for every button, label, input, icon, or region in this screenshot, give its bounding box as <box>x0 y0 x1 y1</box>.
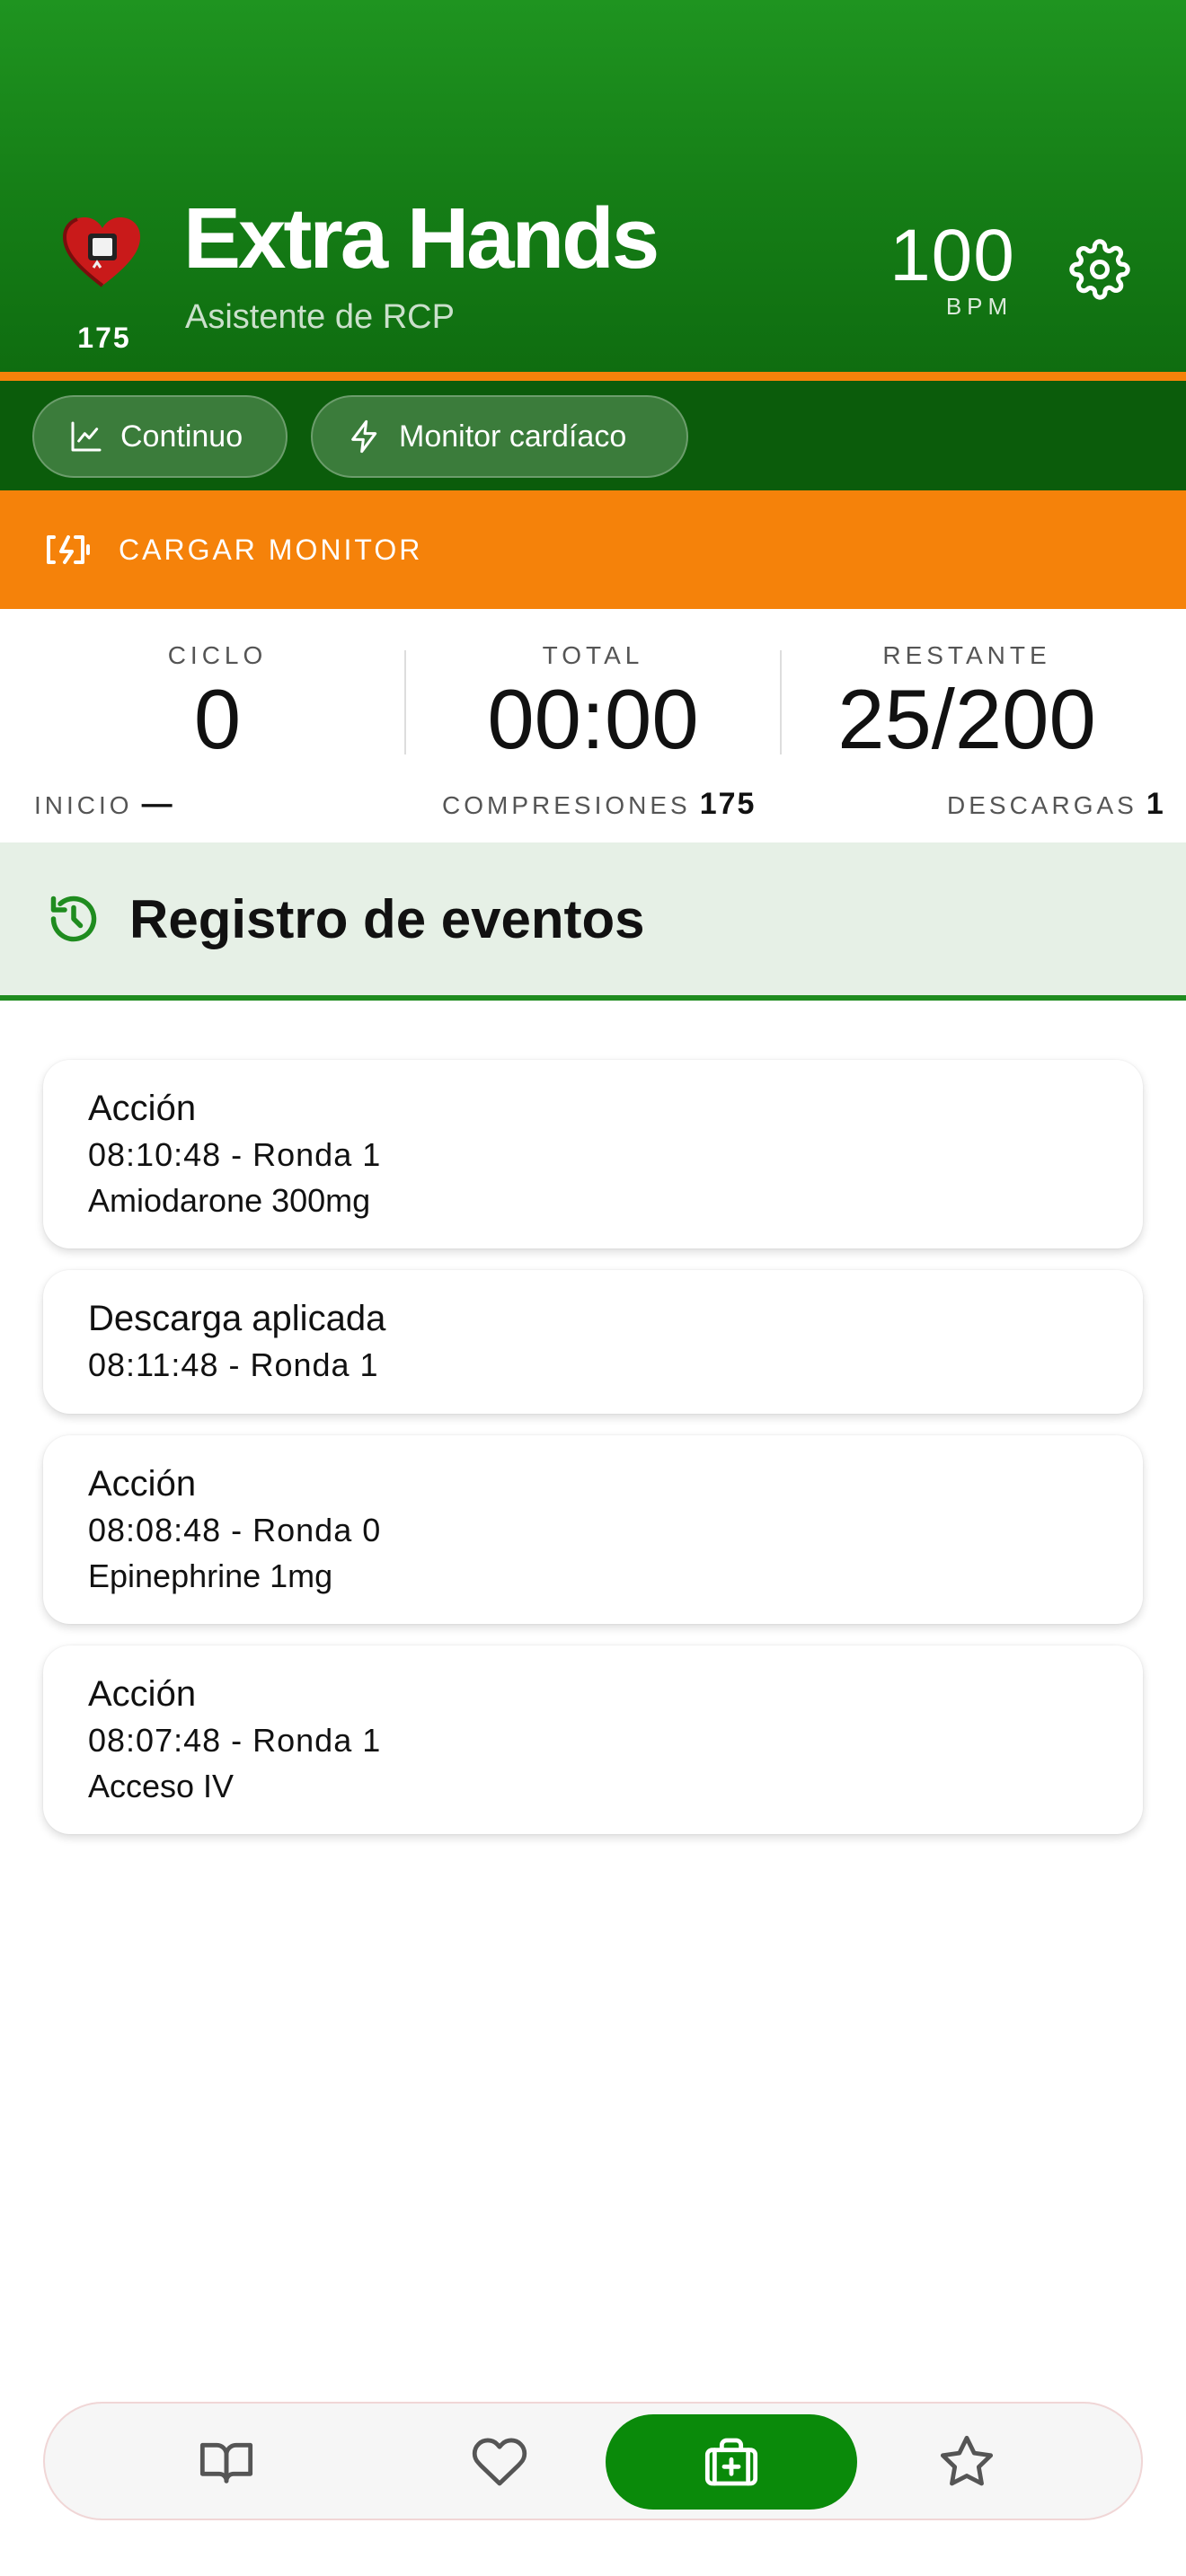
sub-stat-label: COMPRESIONES <box>442 791 691 819</box>
stat-label: TOTAL <box>542 641 644 669</box>
logo-count: 175 <box>77 322 131 354</box>
event-log-header: Registro de eventos <box>0 842 1186 1001</box>
event-title: Descarga aplicada <box>88 1299 386 1338</box>
medical-kit-icon <box>704 2438 758 2486</box>
gear-icon[interactable] <box>1069 239 1130 300</box>
stat-value: 00:00 <box>487 672 699 766</box>
stat-label: CICLO <box>167 641 268 669</box>
event-time: 08:08:48 - Ronda 0 <box>88 1512 382 1548</box>
header-accent-line <box>0 372 1186 381</box>
bottom-nav <box>43 2402 1143 2520</box>
sub-stat-value: — <box>141 787 174 821</box>
event-detail: Amiodarone 300mg <box>88 1182 371 1219</box>
bpm-unit: BPM <box>945 293 1013 320</box>
app-header: 175 Extra Hands Asistente de RCP 100 BPM <box>0 0 1186 372</box>
sub-stat-label: INICIO <box>34 791 133 819</box>
nav-item-favorites[interactable] <box>841 2414 1093 2510</box>
charge-monitor-label: CARGAR MONITOR <box>119 533 423 566</box>
mode-chip-label: Monitor cardíaco <box>399 419 627 454</box>
event-log-title: Registro de eventos <box>129 888 645 949</box>
heart-monitor-logo-icon <box>62 217 140 287</box>
stat-value: 0 <box>193 672 242 766</box>
event-list: Acción 08:10:48 - Ronda 1 Amiodarone 300… <box>43 1060 1143 1856</box>
sub-stat-descargas: DESCARGAS 1 <box>947 787 1165 822</box>
event-detail: Epinephrine 1mg <box>88 1557 333 1594</box>
stat-label: RESTANTE <box>882 641 1051 669</box>
chart-line-icon <box>71 421 102 452</box>
app-title: Extra Hands <box>183 190 659 287</box>
event-card[interactable]: Acción 08:10:48 - Ronda 1 Amiodarone 300… <box>43 1060 1143 1248</box>
bpm-value[interactable]: 100 <box>872 219 1033 293</box>
charge-monitor-button[interactable]: CARGAR MONITOR <box>0 490 1186 609</box>
mode-chip-label: Continuo <box>120 419 243 454</box>
nav-item-heart[interactable] <box>374 2414 625 2510</box>
app-subtitle: Asistente de RCP <box>185 298 455 336</box>
sub-stat-value: 175 <box>699 787 757 821</box>
sub-stat-label: DESCARGAS <box>947 791 1137 819</box>
event-time: 08:07:48 - Ronda 1 <box>88 1722 382 1759</box>
stat-value: 25/200 <box>837 672 1096 766</box>
nav-item-guide[interactable] <box>101 2414 352 2510</box>
nav-item-medical-kit[interactable] <box>606 2414 857 2510</box>
book-icon <box>199 2442 253 2483</box>
event-title: Acción <box>88 1674 197 1714</box>
history-icon <box>50 895 97 942</box>
heart-icon <box>472 2438 527 2486</box>
star-icon <box>940 2435 994 2486</box>
event-title: Acción <box>88 1089 197 1128</box>
mode-chip-monitor-cardiaco[interactable]: Monitor cardíaco <box>311 395 688 478</box>
event-card[interactable]: Descarga aplicada 08:11:48 - Ronda 1 <box>43 1270 1143 1414</box>
stat-ciclo: CICLO 0 <box>20 609 415 762</box>
stat-total: TOTAL 00:00 <box>395 609 791 762</box>
stat-restante: RESTANTE 25/200 <box>769 609 1164 762</box>
stats-panel: CICLO 0 TOTAL 00:00 RESTANTE 25/200 INIC… <box>0 609 1186 842</box>
event-card[interactable]: Acción 08:07:48 - Ronda 1 Acceso IV <box>43 1645 1143 1834</box>
mode-chip-continuo[interactable]: Continuo <box>32 395 288 478</box>
sub-stat-compresiones: COMPRESIONES 175 <box>442 787 756 822</box>
event-time: 08:11:48 - Ronda 1 <box>88 1346 379 1383</box>
event-time: 08:10:48 - Ronda 1 <box>88 1136 382 1173</box>
event-detail: Acceso IV <box>88 1768 235 1804</box>
event-title: Acción <box>88 1464 197 1504</box>
sub-stat-value: 1 <box>1146 787 1165 821</box>
sub-stat-inicio: INICIO — <box>34 787 174 822</box>
battery-charging-icon <box>47 535 90 564</box>
lightning-icon <box>351 419 377 454</box>
event-card[interactable]: Acción 08:08:48 - Ronda 0 Epinephrine 1m… <box>43 1435 1143 1624</box>
